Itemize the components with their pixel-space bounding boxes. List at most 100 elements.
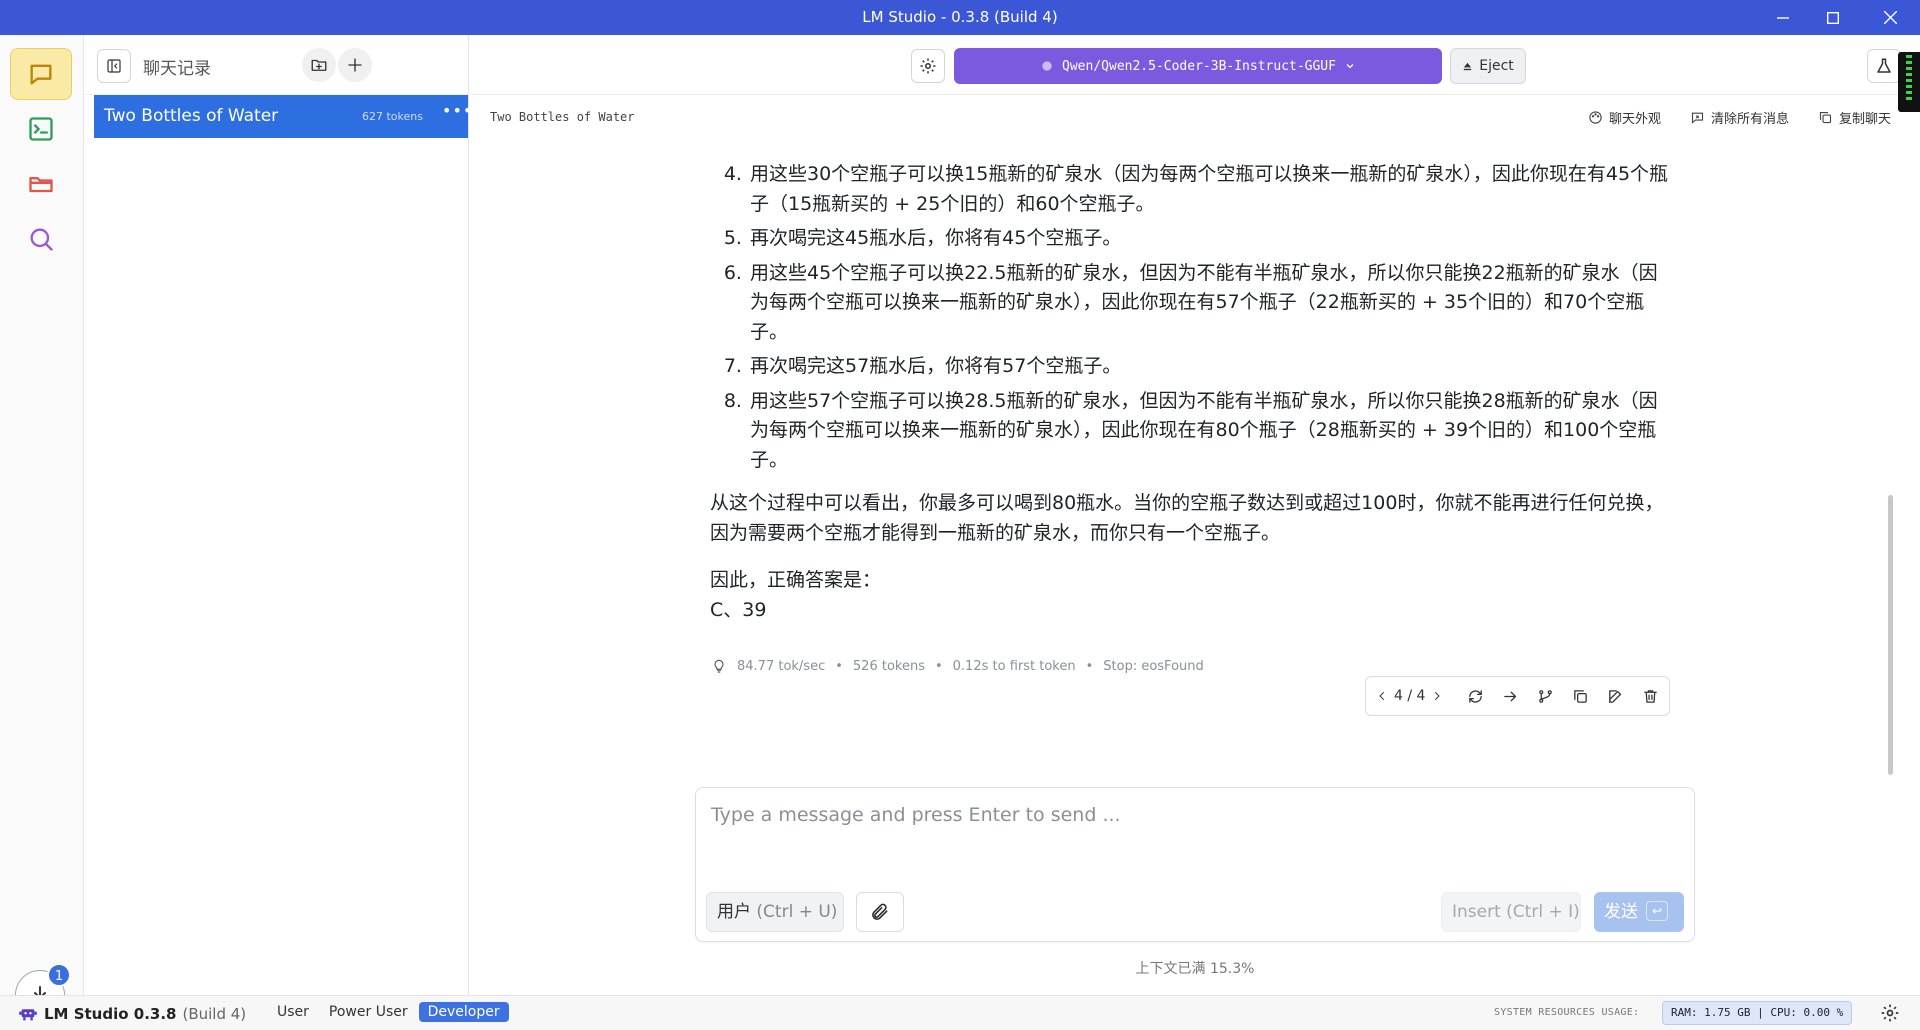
- rail-chat-button[interactable]: [10, 48, 72, 100]
- delete-message-button[interactable]: [1633, 681, 1668, 711]
- continue-icon: [1504, 691, 1517, 701]
- message-input[interactable]: Type a message and press Enter to send .…: [711, 804, 1121, 826]
- folder-icon: [29, 177, 53, 193]
- clear-icon: [1691, 112, 1704, 124]
- list-item: 用这些57个空瓶子可以换28.5瓶新的矿泉水，但因为不能有半瓶矿泉水，所以你只能…: [748, 387, 1670, 476]
- mode-power-user[interactable]: Power User: [320, 1002, 417, 1022]
- chat-item-tokens: 627 tokens: [362, 110, 423, 123]
- ram-usage: RAM: 1.75 GB: [1671, 1006, 1751, 1019]
- stat-separator: •: [934, 658, 943, 674]
- mode-user[interactable]: User: [268, 1002, 318, 1022]
- settings-button[interactable]: [911, 49, 945, 83]
- lightbulb-icon: [714, 659, 724, 673]
- answer-intro: 因此，正确答案是：: [710, 569, 882, 591]
- title-bar: LM Studio - 0.3.8 (Build 4): [0, 0, 1920, 35]
- chat-icon: [30, 64, 52, 85]
- role-toggle-button[interactable]: 用户 (Ctrl + U): [706, 892, 844, 932]
- insert-shortcut: (Ctrl + I): [1506, 902, 1580, 922]
- send-button[interactable]: 发送 ↩: [1594, 892, 1684, 932]
- chevron-down-icon: [1346, 64, 1354, 69]
- stat-speed: 84.77 tok/sec: [737, 658, 826, 674]
- context-usage: 上下文已满 15.3%: [1135, 961, 1255, 977]
- maximize-button[interactable]: [1810, 0, 1856, 35]
- status-bar: LM Studio 0.3.8 (Build 4) User Power Use…: [0, 995, 1920, 1030]
- terminal-icon: [29, 117, 53, 141]
- copy-chat-button[interactable]: 复制聊天: [1818, 108, 1891, 127]
- stat-separator: •: [1085, 658, 1094, 674]
- clear-messages-label: 清除所有消息: [1711, 112, 1790, 127]
- edit-message-button[interactable]: [1598, 681, 1633, 711]
- chat-item-more-icon[interactable]: •••: [442, 101, 473, 120]
- role-shortcut: (Ctrl + U): [756, 902, 838, 922]
- continue-button[interactable]: [1493, 681, 1528, 711]
- mode-developer[interactable]: Developer: [418, 1002, 509, 1022]
- chats-title: 聊天记录: [143, 59, 211, 79]
- chat-header: Two Bottles of Water 聊天外观 清除所有消息 复制聊天: [470, 95, 1900, 140]
- new-folder-icon: [311, 59, 327, 71]
- message-composer[interactable]: Type a message and press Enter to send .…: [695, 787, 1695, 942]
- regenerate-button[interactable]: [1458, 681, 1493, 711]
- generation-stats: 84.77 tok/sec • 526 tokens • 0.12s to fi…: [711, 658, 1204, 674]
- chat-item-name: Two Bottles of Water: [104, 106, 279, 126]
- clear-messages-button[interactable]: 清除所有消息: [1690, 108, 1789, 127]
- close-icon: [1883, 11, 1897, 24]
- new-folder-button[interactable]: [302, 48, 336, 82]
- rail-models-button[interactable]: [10, 158, 72, 210]
- maximize-icon: [1827, 11, 1839, 24]
- model-selector[interactable]: Qwen/Qwen2.5-Coder-3B-Instruct-GGUF: [954, 48, 1442, 84]
- model-name: Qwen/Qwen2.5-Coder-3B-Instruct-GGUF: [1062, 58, 1336, 74]
- rail-search-button[interactable]: [10, 213, 72, 265]
- insert-label: Insert: [1452, 902, 1501, 922]
- rail-developer-button[interactable]: [10, 103, 72, 155]
- paperclip-icon: [872, 903, 888, 920]
- minimize-button[interactable]: [1760, 0, 1806, 35]
- chat-title: Two Bottles of Water: [490, 110, 635, 124]
- copy-icon: [1574, 689, 1587, 703]
- list-item: 再次喝完这57瓶水后，你将有57个空瓶子。: [748, 352, 1670, 382]
- branch-button[interactable]: [1528, 681, 1563, 711]
- downloads-badge: 1: [47, 963, 71, 987]
- insert-button[interactable]: Insert (Ctrl + I): [1441, 892, 1581, 932]
- chats-panel: 聊天记录 Two Bottles of Water 627 tokens •••: [84, 35, 472, 995]
- chat-appearance-button[interactable]: 聊天外观: [1588, 108, 1661, 127]
- list-item: 用这些45个空瓶子可以换22.5瓶新的矿泉水，但因为不能有半瓶矿泉水，所以你只能…: [748, 259, 1670, 348]
- copy-chat-label: 复制聊天: [1839, 112, 1892, 127]
- chevron-right-icon[interactable]: [1431, 690, 1443, 702]
- sidebar-toggle-icon: [107, 59, 121, 73]
- gear-icon: [1881, 1004, 1899, 1022]
- resource-meter-strip: [1898, 52, 1920, 112]
- experimental-button[interactable]: [1867, 49, 1901, 83]
- app-name: LM Studio 0.3.8: [44, 1005, 177, 1023]
- close-button[interactable]: [1867, 0, 1913, 35]
- chevron-left-icon[interactable]: [1376, 690, 1388, 702]
- regenerate-icon: [1469, 689, 1482, 703]
- eject-icon: [1464, 62, 1472, 70]
- attach-file-button[interactable]: [856, 892, 904, 932]
- messages-scrollbar[interactable]: [1888, 495, 1893, 775]
- list-item: 再次喝完这45瓶水后，你将有45个空瓶子。: [748, 224, 1670, 254]
- eject-button[interactable]: Eject: [1450, 48, 1526, 84]
- version-counter: 4 / 4: [1394, 688, 1426, 704]
- role-label: 用户: [717, 902, 751, 922]
- branch-icon: [1539, 689, 1552, 703]
- assistant-message: 用这些30个空瓶子可以换15瓶新的矿泉水（因为每两个空瓶可以换来一瓶新的矿泉水）…: [710, 160, 1670, 625]
- trash-icon: [1644, 689, 1657, 703]
- new-chat-button[interactable]: [338, 48, 372, 82]
- plus-icon: [348, 58, 362, 72]
- chat-list-item[interactable]: Two Bottles of Water 627 tokens •••: [94, 95, 472, 138]
- sidebar-toggle-button[interactable]: [97, 49, 131, 83]
- flask-icon: [1877, 58, 1891, 73]
- model-icon: [1042, 61, 1052, 71]
- stat-tokens: 526 tokens: [852, 658, 925, 674]
- chats-header: 聊天记录: [84, 35, 468, 95]
- minimize-icon: [1777, 16, 1789, 19]
- edit-icon: [1609, 689, 1622, 703]
- resources-usage[interactable]: RAM: 1.75 GB | CPU: 0.00 %: [1662, 1001, 1853, 1025]
- conclusion-paragraph: 从这个过程中可以看出，你最多可以喝到80瓶水。当你的空瓶子数达到或超过100时，…: [710, 492, 1664, 544]
- window-title: LM Studio - 0.3.8 (Build 4): [862, 8, 1058, 26]
- answer-paragraph: 因此，正确答案是： C、39: [710, 566, 1670, 625]
- app-settings-button[interactable]: [1880, 1003, 1900, 1027]
- copy-message-button[interactable]: [1563, 681, 1598, 711]
- usage-separator: |: [1757, 1006, 1771, 1019]
- lmstudio-logo-icon: [19, 1009, 37, 1021]
